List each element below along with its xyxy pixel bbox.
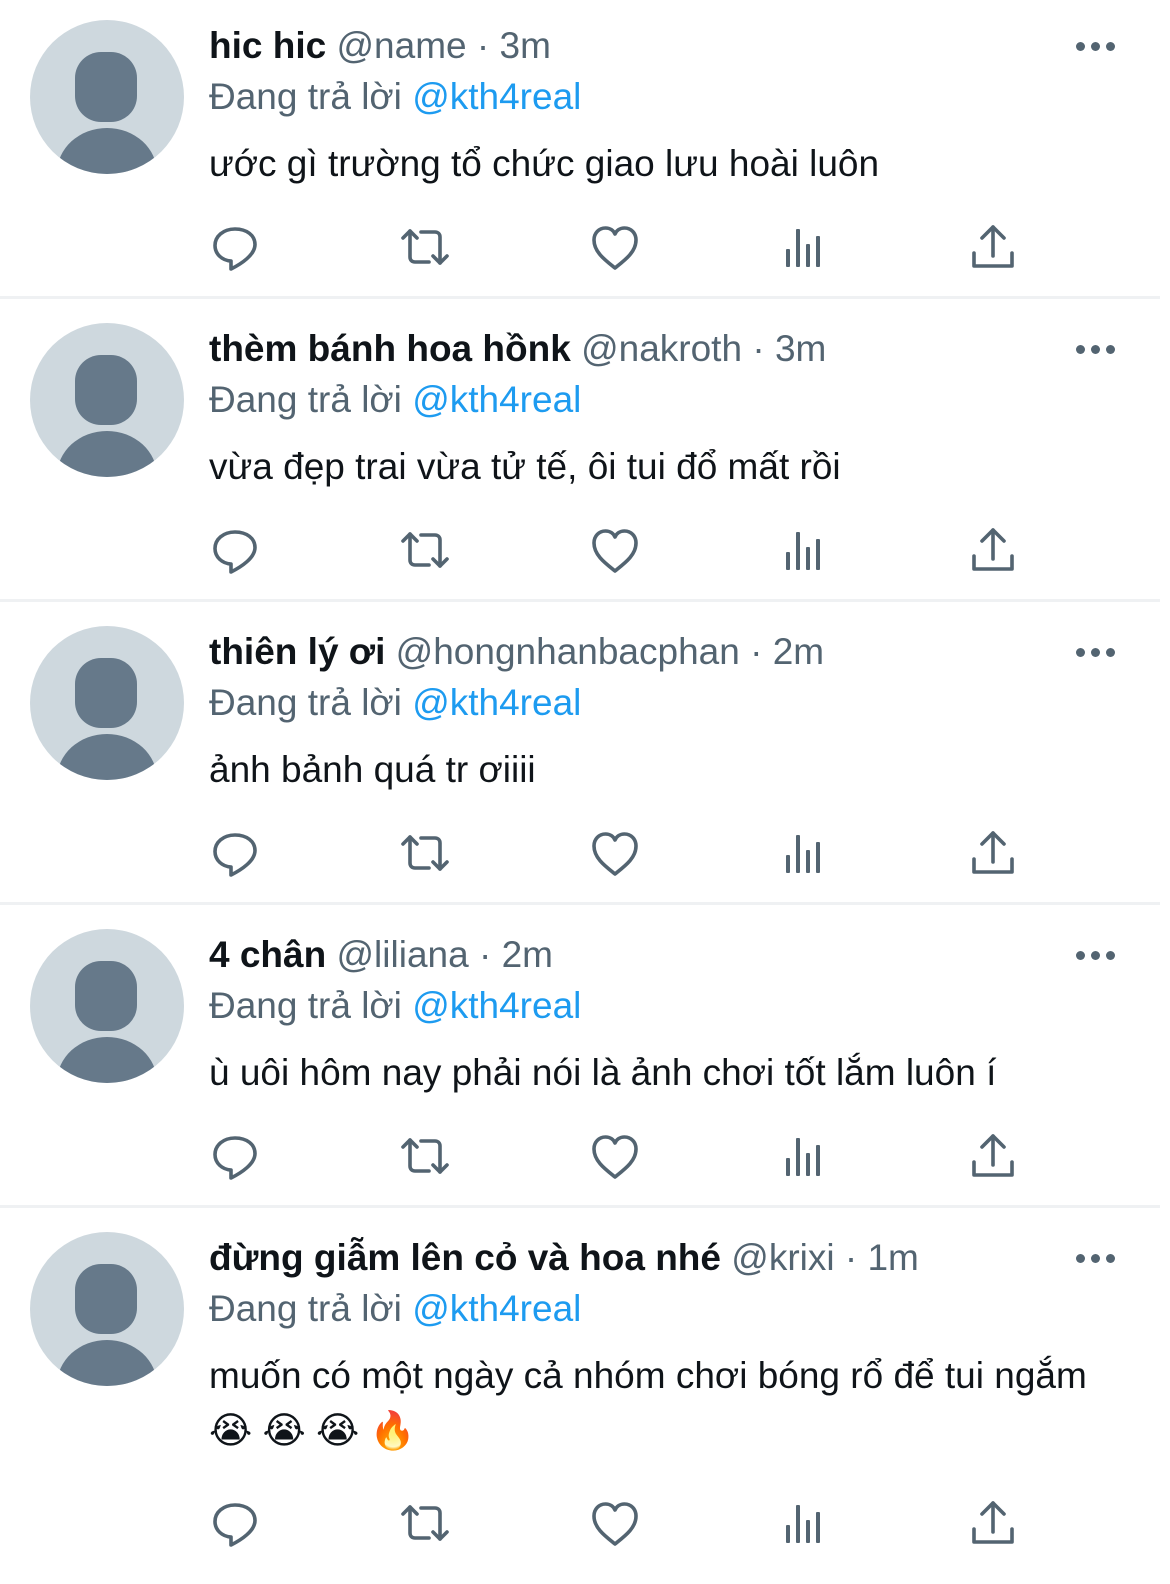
replying-to-label: Đang trả lời bbox=[209, 985, 402, 1026]
mention-link[interactable]: @kth4real bbox=[412, 985, 581, 1026]
retweet-icon[interactable] bbox=[397, 826, 453, 882]
avatar[interactable] bbox=[30, 20, 184, 174]
avatar[interactable] bbox=[30, 1232, 184, 1386]
separator-dot: · bbox=[750, 631, 763, 672]
more-options-icon[interactable] bbox=[1074, 337, 1118, 361]
tweet-header: 4 chân @liliana · 2m bbox=[209, 929, 553, 981]
divider bbox=[0, 599, 1160, 602]
tweet[interactable]: thèm bánh hoa hồnk @nakroth · 3m Đang tr… bbox=[0, 303, 1170, 599]
views-icon[interactable] bbox=[777, 523, 833, 579]
avatar[interactable] bbox=[30, 929, 184, 1083]
more-options-icon[interactable] bbox=[1074, 640, 1118, 664]
timestamp[interactable]: 1m bbox=[867, 1237, 918, 1278]
like-icon[interactable] bbox=[587, 826, 643, 882]
mention-link[interactable]: @kth4real bbox=[412, 76, 581, 117]
divider bbox=[0, 1205, 1160, 1208]
share-icon[interactable] bbox=[965, 220, 1021, 276]
replying-to: Đang trả lời @kth4real bbox=[209, 981, 581, 1031]
tweet-header: hic hic @name · 3m bbox=[209, 20, 551, 72]
share-icon[interactable] bbox=[965, 1129, 1021, 1185]
views-icon[interactable] bbox=[777, 1496, 833, 1552]
tweet[interactable]: thiên lý ơi @hongnhanbacphan · 2m Đang t… bbox=[0, 606, 1170, 902]
like-icon[interactable] bbox=[587, 1129, 643, 1185]
divider bbox=[0, 296, 1160, 299]
tweet-header: đừng giẫm lên cỏ và hoa nhé @krixi · 1m bbox=[209, 1232, 919, 1284]
action-bar bbox=[0, 1496, 1170, 1556]
timestamp[interactable]: 3m bbox=[500, 25, 551, 66]
reply-icon[interactable] bbox=[207, 523, 263, 579]
action-bar bbox=[0, 523, 1170, 583]
display-name[interactable]: thiên lý ơi bbox=[209, 631, 385, 672]
retweet-icon[interactable] bbox=[397, 1129, 453, 1185]
action-bar bbox=[0, 826, 1170, 886]
timestamp[interactable]: 2m bbox=[502, 934, 553, 975]
display-name[interactable]: thèm bánh hoa hồnk bbox=[209, 328, 571, 369]
more-options-icon[interactable] bbox=[1074, 1246, 1118, 1270]
replying-to: Đang trả lời @kth4real bbox=[209, 1284, 581, 1334]
separator-dot: · bbox=[476, 25, 490, 66]
tweet-text: muốn có một ngày cả nhóm chơi bóng rổ để… bbox=[209, 1355, 1087, 1451]
share-icon[interactable] bbox=[965, 523, 1021, 579]
replying-to: Đang trả lời @kth4real bbox=[209, 375, 581, 425]
timestamp[interactable]: 2m bbox=[773, 631, 824, 672]
user-handle[interactable]: @name bbox=[336, 25, 466, 66]
reply-icon[interactable] bbox=[207, 1496, 263, 1552]
views-icon[interactable] bbox=[777, 220, 833, 276]
reply-icon[interactable] bbox=[207, 220, 263, 276]
tweet-text: ù uôi hôm nay phải nói là ảnh chơi tốt l… bbox=[209, 1052, 997, 1093]
views-icon[interactable] bbox=[777, 1129, 833, 1185]
user-handle[interactable]: @nakroth bbox=[581, 328, 742, 369]
action-bar bbox=[0, 220, 1170, 280]
divider bbox=[0, 902, 1160, 905]
replying-to: Đang trả lời @kth4real bbox=[209, 72, 581, 122]
mention-link[interactable]: @kth4real bbox=[412, 1288, 581, 1329]
action-bar bbox=[0, 1129, 1170, 1189]
replying-to: Đang trả lời @kth4real bbox=[209, 678, 581, 728]
separator-dot: · bbox=[478, 934, 492, 975]
tweet-header: thèm bánh hoa hồnk @nakroth · 3m bbox=[209, 323, 826, 375]
separator-dot: · bbox=[752, 328, 765, 369]
retweet-icon[interactable] bbox=[397, 220, 453, 276]
views-icon[interactable] bbox=[777, 826, 833, 882]
share-icon[interactable] bbox=[965, 826, 1021, 882]
like-icon[interactable] bbox=[587, 220, 643, 276]
tweet-text: vừa đẹp trai vừa tử tế, ôi tui đổ mất rồ… bbox=[209, 446, 841, 487]
mention-link[interactable]: @kth4real bbox=[412, 682, 581, 723]
display-name[interactable]: 4 chân bbox=[209, 934, 326, 975]
replying-to-label: Đang trả lời bbox=[209, 76, 402, 117]
avatar[interactable] bbox=[30, 323, 184, 477]
reply-icon[interactable] bbox=[207, 826, 263, 882]
display-name[interactable]: đừng giẫm lên cỏ và hoa nhé bbox=[209, 1237, 721, 1278]
avatar[interactable] bbox=[30, 626, 184, 780]
more-options-icon[interactable] bbox=[1074, 34, 1118, 58]
tweet-header: thiên lý ơi @hongnhanbacphan · 2m bbox=[209, 626, 824, 678]
tweet[interactable]: đừng giẫm lên cỏ và hoa nhé @krixi · 1m … bbox=[0, 1212, 1170, 1584]
replying-to-label: Đang trả lời bbox=[209, 1288, 402, 1329]
like-icon[interactable] bbox=[587, 523, 643, 579]
tweet-text: ảnh bảnh quá tr ơiiii bbox=[209, 749, 536, 790]
display-name[interactable]: hic hic bbox=[209, 25, 326, 66]
like-icon[interactable] bbox=[587, 1496, 643, 1552]
tweet[interactable]: hic hic @name · 3m Đang trả lời @kth4rea… bbox=[0, 0, 1170, 296]
tweet[interactable]: 4 chân @liliana · 2m Đang trả lời @kth4r… bbox=[0, 909, 1170, 1205]
timestamp[interactable]: 3m bbox=[775, 328, 826, 369]
replying-to-label: Đang trả lời bbox=[209, 682, 402, 723]
retweet-icon[interactable] bbox=[397, 1496, 453, 1552]
retweet-icon[interactable] bbox=[397, 523, 453, 579]
more-options-icon[interactable] bbox=[1074, 943, 1118, 967]
separator-dot: · bbox=[844, 1237, 858, 1278]
user-handle[interactable]: @liliana bbox=[337, 934, 469, 975]
reply-icon[interactable] bbox=[207, 1129, 263, 1185]
user-handle[interactable]: @hongnhanbacphan bbox=[396, 631, 740, 672]
share-icon[interactable] bbox=[965, 1496, 1021, 1552]
user-handle[interactable]: @krixi bbox=[731, 1237, 834, 1278]
tweet-text: ước gì trường tổ chức giao lưu hoài luôn bbox=[209, 143, 880, 184]
mention-link[interactable]: @kth4real bbox=[412, 379, 581, 420]
replying-to-label: Đang trả lời bbox=[209, 379, 402, 420]
